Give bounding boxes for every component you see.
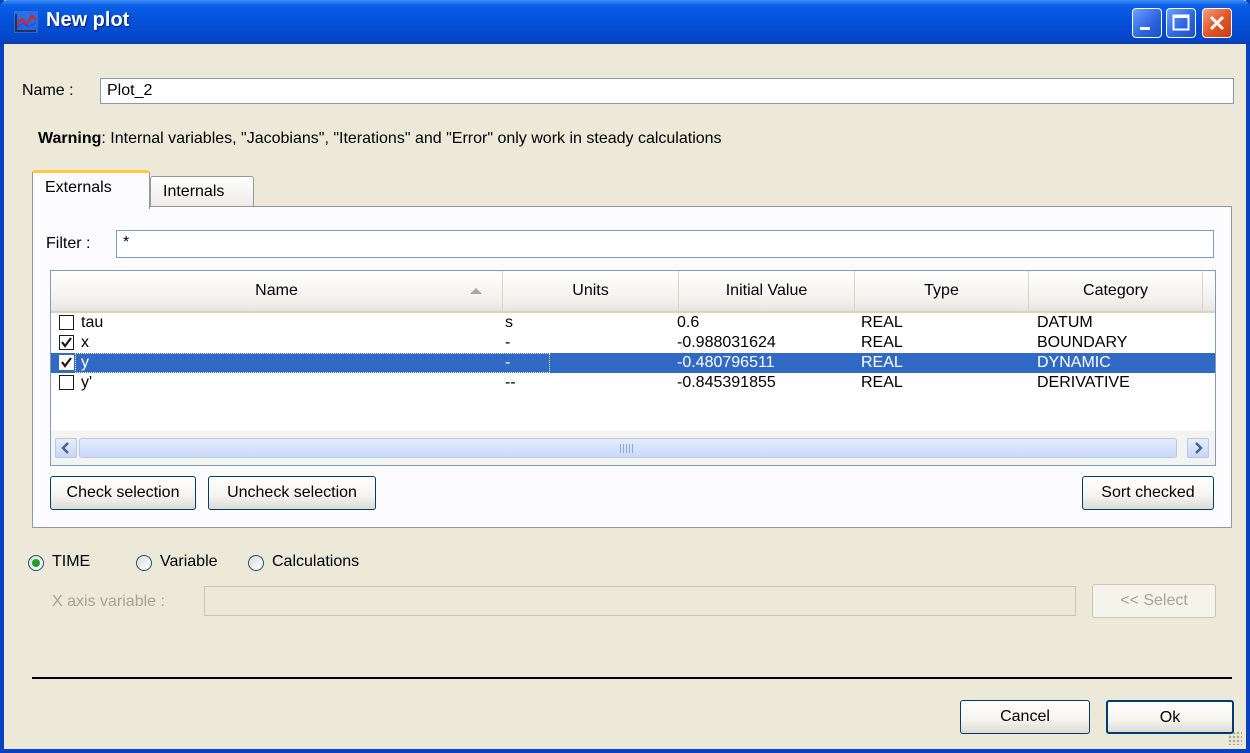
maximize-button[interactable] — [1166, 8, 1196, 38]
plot-icon — [14, 11, 38, 33]
radio-selected-dot — [32, 559, 40, 567]
minimize-button[interactable] — [1132, 8, 1162, 38]
warning-message: Warning: Internal variables, "Jacobians"… — [38, 130, 722, 148]
column-header-units[interactable]: Units — [503, 271, 679, 311]
row-checkbox[interactable] — [59, 355, 74, 370]
column-header-name-label: Name — [255, 282, 298, 299]
variables-table: Name Units Initial Value Type Category t… — [50, 270, 1216, 466]
scrollbar-grip — [620, 444, 634, 453]
filter-label: Filter : — [46, 235, 91, 252]
column-header-type[interactable]: Type — [855, 271, 1029, 311]
cell-type: REAL — [861, 374, 903, 391]
name-label: Name : — [22, 82, 74, 99]
minimize-icon — [1140, 27, 1150, 30]
cell-units: - — [505, 334, 511, 351]
focus-rectangle — [75, 353, 550, 373]
filter-input[interactable]: * — [116, 230, 1214, 258]
cell-type: REAL — [861, 354, 903, 371]
row-checkbox[interactable] — [59, 375, 74, 390]
table-header: Name Units Initial Value Type Category — [51, 271, 1215, 313]
column-header-category[interactable]: Category — [1029, 271, 1203, 311]
cell-units: - — [505, 354, 511, 371]
warning-text: : Internal variables, "Jacobians", "Iter… — [101, 130, 722, 147]
cell-category: DYNAMIC — [1037, 354, 1111, 371]
select-button: << Select — [1092, 584, 1216, 618]
window-title: New plot — [46, 9, 130, 31]
radio-time[interactable] — [28, 555, 44, 571]
column-header-name[interactable]: Name — [51, 271, 503, 311]
x-axis-variable-label: X axis variable : — [52, 593, 165, 610]
row-checkbox[interactable] — [59, 335, 74, 350]
cancel-button[interactable]: Cancel — [960, 700, 1090, 734]
column-header-initial-value[interactable]: Initial Value — [679, 271, 855, 311]
new-plot-dialog: New plot Name : Plot_2 Warning: Internal… — [0, 0, 1250, 753]
cell-name: x — [81, 334, 89, 351]
scrollbar-thumb[interactable] — [79, 438, 1177, 458]
title-bar[interactable]: New plot — [0, 0, 1250, 44]
cell-category: DERIVATIVE — [1037, 374, 1130, 391]
table-row[interactable]: x - -0.988031624 REAL BOUNDARY — [51, 333, 1215, 353]
cell-initial-value: 0.6 — [677, 314, 700, 331]
radio-variable[interactable] — [136, 555, 152, 571]
cell-type: REAL — [861, 314, 903, 331]
uncheck-selection-button[interactable]: Uncheck selection — [208, 476, 376, 510]
warning-label: Warning — [38, 130, 102, 147]
cell-initial-value: -0.845391855 — [677, 374, 776, 391]
cell-name: y — [81, 354, 89, 371]
cell-units: s — [505, 314, 513, 331]
radio-calculations[interactable] — [248, 555, 264, 571]
close-icon — [1209, 15, 1225, 31]
scroll-left-button[interactable] — [55, 438, 77, 458]
cell-name: tau — [81, 314, 104, 331]
table-row[interactable]: tau s 0.6 REAL DATUM — [51, 313, 1215, 333]
chevron-right-icon — [1195, 442, 1203, 454]
cell-category: BOUNDARY — [1037, 334, 1128, 351]
tab-externals-label: Externals — [45, 179, 112, 196]
cell-type: REAL — [861, 334, 903, 351]
tab-internals-label: Internals — [163, 183, 225, 200]
ok-button[interactable]: Ok — [1106, 700, 1234, 734]
horizontal-scrollbar[interactable] — [51, 431, 1215, 465]
sort-ascending-icon — [470, 288, 482, 294]
radio-calculations-label[interactable]: Calculations — [272, 553, 359, 571]
cell-initial-value: -0.988031624 — [677, 334, 776, 351]
cell-initial-value: -0.480796511 — [677, 354, 775, 371]
cell-category: DATUM — [1037, 314, 1093, 331]
radio-time-label[interactable]: TIME — [52, 553, 90, 571]
name-input[interactable]: Plot_2 — [100, 78, 1234, 104]
row-checkbox[interactable] — [59, 315, 74, 330]
scroll-right-button[interactable] — [1187, 438, 1209, 458]
close-button[interactable] — [1202, 8, 1232, 38]
maximize-icon — [1172, 14, 1190, 31]
cell-name: y' — [81, 374, 93, 391]
radio-variable-label[interactable]: Variable — [160, 553, 218, 571]
separator-line — [32, 677, 1232, 679]
tab-externals[interactable]: Externals — [32, 170, 150, 209]
chevron-left-icon — [61, 442, 69, 454]
check-selection-button[interactable]: Check selection — [50, 476, 196, 510]
x-axis-variable-input — [204, 586, 1076, 616]
checkmark-icon — [61, 337, 72, 348]
table-row[interactable]: y' -- -0.845391855 REAL DERIVATIVE — [51, 373, 1215, 393]
checkmark-icon — [61, 357, 72, 368]
cell-units: -- — [505, 374, 516, 391]
table-row-selected[interactable]: y - -0.480796511 REAL DYNAMIC — [51, 353, 1215, 373]
tab-internals[interactable]: Internals — [150, 176, 254, 207]
sort-checked-button[interactable]: Sort checked — [1082, 476, 1214, 510]
